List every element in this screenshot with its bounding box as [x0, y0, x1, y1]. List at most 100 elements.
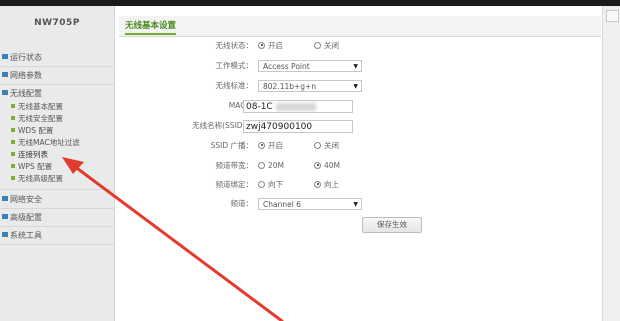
sidebar-item-label: 运行状态 [10, 53, 42, 62]
radio-icon [258, 161, 265, 169]
radio-icon [314, 161, 321, 169]
radio-icon [314, 180, 321, 188]
sidebar: NW705P 运行状态 网络参数 无线配置 无线基本配置 无线安全配置 WDS … [0, 6, 115, 321]
sidebar-item-label: 无线安全配置 [18, 114, 63, 123]
radio-label: 开启 [268, 141, 283, 150]
bullet-icon [11, 176, 15, 180]
field-label: 频道带宽： [215, 161, 254, 170]
sidebar-subitem-basic[interactable]: 无线基本配置 [11, 101, 63, 113]
radio-broadcast-on[interactable]: 开启 [258, 139, 283, 153]
radio-label: 40M [324, 161, 341, 170]
row-mac: MAC： 08-1C [119, 99, 601, 113]
radio-icon [314, 141, 321, 149]
radio-label: 向下 [268, 180, 283, 189]
field-label: 频道： [230, 199, 254, 208]
radio-bandwidth-20m[interactable]: 20M [258, 159, 284, 173]
row-channel: 频道： Channel 6 ▼ [119, 197, 601, 211]
sidebar-subitem-wps[interactable]: WPS 配置 [11, 161, 52, 173]
row-ssid-broadcast: SSID 广播： 开启 关闭 [119, 139, 601, 153]
field-label: 频道绑定： [215, 180, 254, 189]
sidebar-item-label: 无线基本配置 [18, 102, 63, 111]
sidebar-subitem-mac-filter[interactable]: 无线MAC地址过滤 [11, 137, 80, 149]
redacted-mac [276, 103, 316, 111]
sidebar-item-system-tools[interactable]: 系统工具 [2, 229, 42, 243]
radio-bind-up[interactable]: 向上 [314, 178, 339, 192]
radio-label: 关闭 [324, 141, 339, 150]
radio-label: 关闭 [324, 41, 339, 50]
sidebar-item-label: 网络安全 [10, 195, 42, 204]
radio-bind-down[interactable]: 向下 [258, 178, 283, 192]
radio-icon [258, 141, 265, 149]
work-mode-select[interactable]: Access Point ▼ [258, 60, 362, 72]
scroll-up-icon[interactable] [606, 10, 619, 22]
panel-header: 无线基本设置 [119, 16, 601, 37]
sidebar-item-network-security[interactable]: 网络安全 [2, 193, 42, 207]
sidebar-item-advanced[interactable]: 高级配置 [2, 211, 42, 225]
radio-label: 向上 [324, 180, 339, 189]
field-label: 无线标准： [215, 81, 254, 90]
menu-icon [2, 72, 8, 77]
menu-icon [2, 54, 8, 59]
sidebar-item-label: 系统工具 [10, 231, 42, 240]
dropdown-arrow-icon: ▼ [353, 63, 358, 70]
save-button[interactable]: 保存生效 [362, 217, 422, 233]
sidebar-item-label: 无线配置 [10, 89, 42, 98]
menu-icon [2, 196, 8, 201]
field-label: MAC： [228, 101, 253, 110]
sidebar-subitem-security[interactable]: 无线安全配置 [11, 113, 63, 125]
field-label: 无线名称(SSID)： [192, 121, 253, 130]
row-bandwidth: 频道带宽： 20M 40M [119, 159, 601, 173]
select-value: Access Point [263, 62, 310, 71]
mac-value: 08-1C [246, 102, 273, 112]
dropdown-arrow-icon: ▼ [353, 83, 358, 90]
bullet-icon [11, 104, 15, 108]
radio-label: 开启 [268, 41, 283, 50]
sidebar-item-label: 高级配置 [10, 213, 42, 222]
row-ssid: 无线名称(SSID)： zwj470900100 [119, 119, 601, 133]
device-model: NW705P [34, 18, 80, 28]
radio-wireless-off[interactable]: 关闭 [314, 39, 339, 53]
divider [0, 189, 114, 190]
wireless-standard-select[interactable]: 802.11b+g+n ▼ [258, 80, 362, 92]
sidebar-item-status[interactable]: 运行状态 [2, 51, 42, 65]
sidebar-item-label: WDS 配置 [18, 126, 54, 135]
select-value: Channel 6 [263, 200, 301, 209]
divider [0, 208, 114, 209]
sidebar-subitem-advanced-wireless[interactable]: 无线高级配置 [11, 173, 63, 185]
divider [0, 66, 114, 67]
settings-panel: 无线基本设置 无线状态： 开启 关闭 工作模式： Access Point ▼ 无… [119, 16, 601, 321]
radio-wireless-on[interactable]: 开启 [258, 39, 283, 53]
menu-icon [2, 214, 8, 219]
bullet-icon [11, 116, 15, 120]
sidebar-subitem-connection-list[interactable]: 连接列表 [11, 149, 48, 161]
radio-icon [258, 180, 265, 188]
divider [0, 226, 114, 227]
mac-field[interactable]: 08-1C [243, 100, 353, 113]
select-value: 802.11b+g+n [263, 82, 317, 91]
vertical-scrollbar[interactable] [602, 6, 620, 321]
row-wireless-status: 无线状态： 开启 关闭 [119, 39, 601, 53]
radio-icon [258, 41, 265, 49]
bullet-icon [11, 128, 15, 132]
divider [0, 84, 114, 85]
sidebar-item-wireless[interactable]: 无线配置 [2, 87, 42, 101]
sidebar-subitem-wds[interactable]: WDS 配置 [11, 125, 53, 137]
field-label: 工作模式： [215, 61, 254, 70]
radio-bandwidth-40m[interactable]: 40M [314, 159, 340, 173]
sidebar-item-label: 网络参数 [10, 71, 42, 80]
menu-icon [2, 232, 8, 237]
radio-label: 20M [268, 161, 285, 170]
sidebar-item-network[interactable]: 网络参数 [2, 69, 42, 83]
field-label: SSID 广播： [210, 141, 253, 150]
panel-title: 无线基本设置 [125, 19, 177, 35]
dropdown-arrow-icon: ▼ [353, 201, 358, 208]
row-channel-bind: 频道绑定： 向下 向上 [119, 178, 601, 192]
radio-broadcast-off[interactable]: 关闭 [314, 139, 339, 153]
bullet-icon [11, 140, 15, 144]
row-wireless-standard: 无线标准： 802.11b+g+n ▼ [119, 79, 601, 93]
ssid-input[interactable]: zwj470900100 [243, 120, 353, 133]
sidebar-item-label: 连接列表 [18, 150, 48, 159]
channel-select[interactable]: Channel 6 ▼ [258, 198, 362, 210]
ssid-value: zwj470900100 [246, 122, 313, 132]
bullet-icon [11, 152, 15, 156]
